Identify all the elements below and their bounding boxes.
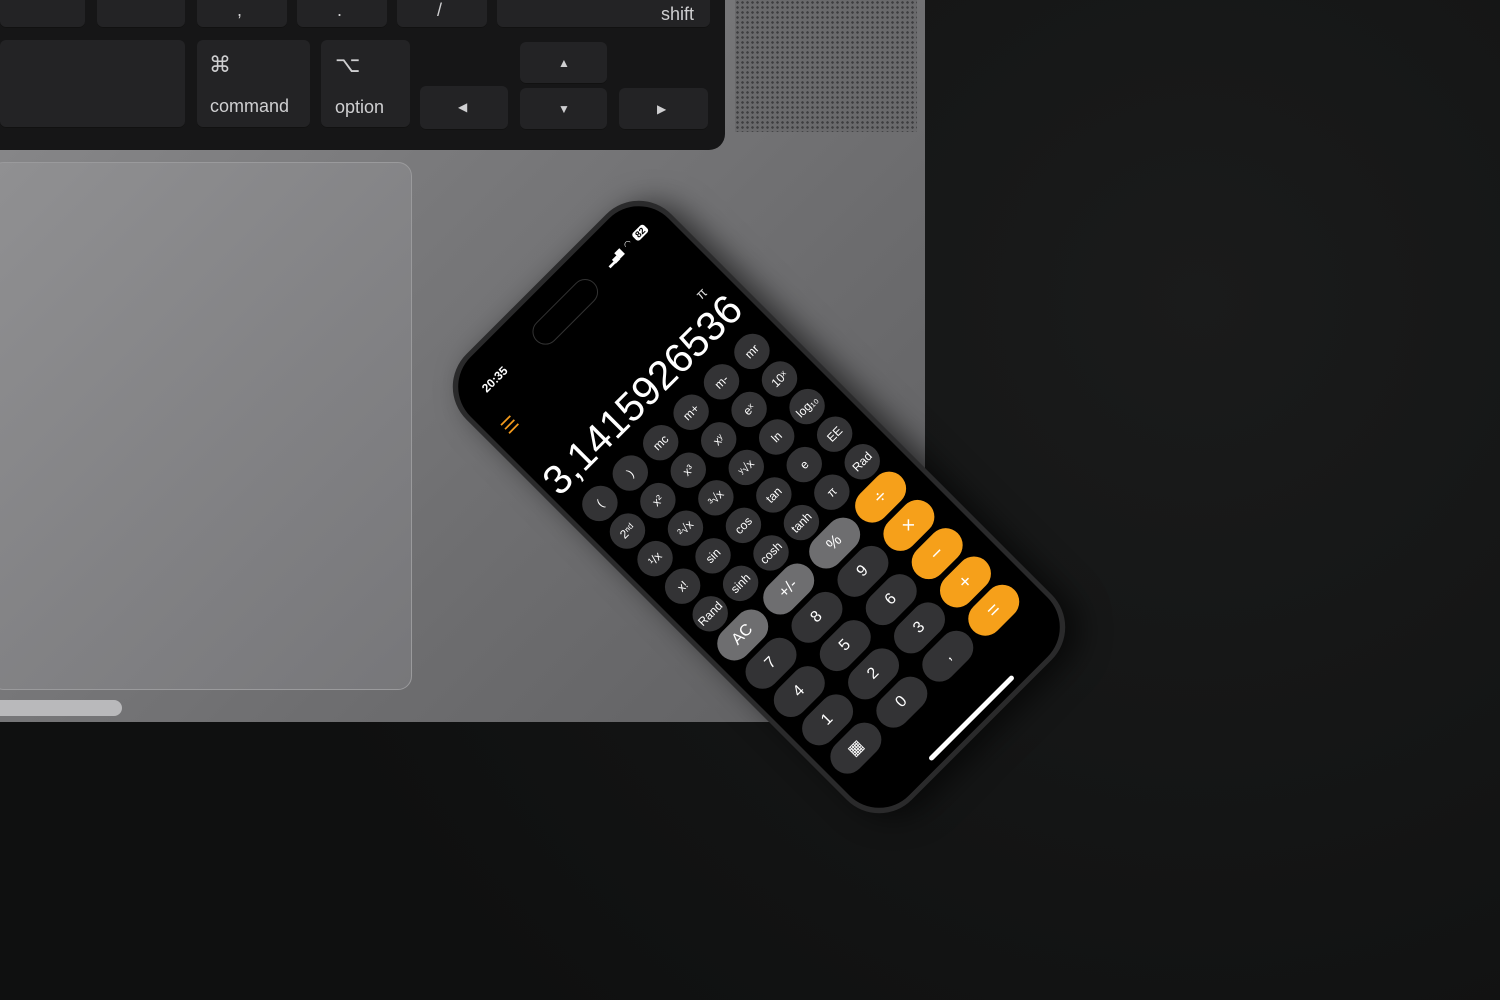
status-time: 20:35	[478, 363, 511, 396]
speaker-grille	[735, 0, 917, 132]
key[interactable]	[0, 40, 185, 128]
option-icon: ⌥	[335, 52, 361, 77]
command-icon: ⌘	[209, 52, 231, 77]
list-icon[interactable]: ☰	[497, 412, 523, 438]
key-option[interactable]: ⌥ option	[321, 40, 410, 128]
keyboard: , . / shift ⌘ command ⌥ option ◀ ▲ ▼ ▶	[0, 0, 725, 150]
wifi-icon: ◠	[621, 237, 634, 251]
arrow-up-icon: ▲	[558, 56, 570, 70]
key-arrow-down[interactable]: ▼	[520, 88, 607, 130]
key-label: ,	[237, 0, 243, 20]
key-arrow-up[interactable]: ▲	[520, 42, 607, 84]
battery-icon: 82	[630, 223, 650, 242]
key[interactable]	[0, 0, 85, 28]
key-shift[interactable]: shift	[497, 0, 710, 28]
cellular-signal-icon: ▂▄▆	[603, 246, 625, 269]
key-command[interactable]: ⌘ command	[197, 40, 310, 128]
key[interactable]	[97, 0, 185, 28]
arrow-down-icon: ▼	[558, 102, 570, 116]
key-label: command	[210, 96, 290, 116]
key-comma[interactable]: ,	[197, 0, 287, 28]
key-arrow-right[interactable]: ▶	[619, 88, 708, 130]
key-period[interactable]: .	[297, 0, 387, 28]
arrow-right-icon: ▶	[657, 102, 667, 116]
key-label: /	[437, 0, 443, 20]
key-arrow-left[interactable]: ◀	[420, 86, 508, 130]
arrow-left-icon: ◀	[458, 100, 468, 114]
key-label: .	[337, 0, 343, 20]
key-slash[interactable]: /	[397, 0, 487, 28]
laptop-notch	[0, 700, 122, 716]
key-label: option	[335, 97, 385, 117]
dynamic-island	[527, 273, 604, 351]
status-icons: ▂▄▆ ◠ 82	[603, 223, 650, 269]
key-label: shift	[660, 4, 694, 24]
trackpad[interactable]	[0, 162, 412, 690]
